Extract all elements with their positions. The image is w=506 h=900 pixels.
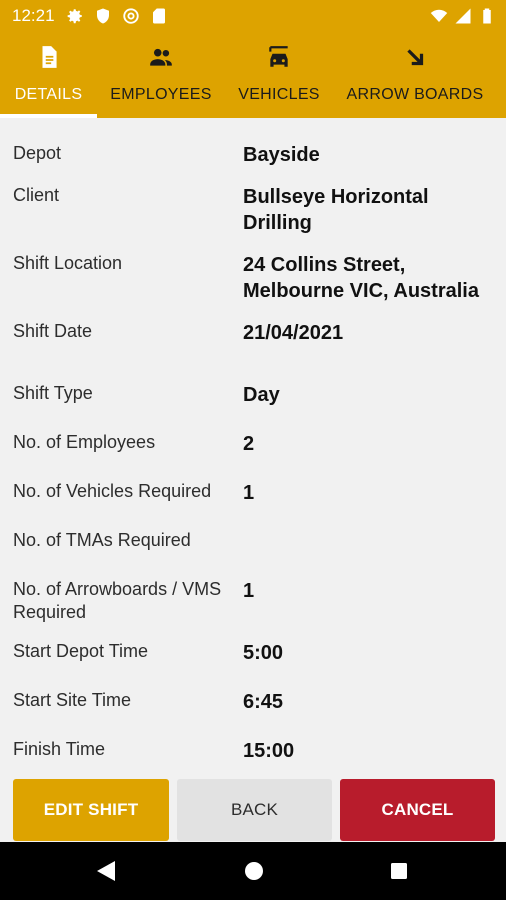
back-nav-icon[interactable] xyxy=(95,859,117,883)
tab-details-label: DETAILS xyxy=(14,86,83,103)
tab-bar: DETAILS EMPLOYEES VEHICLES ARROW BOARDS xyxy=(0,32,506,118)
tab-employees-label: EMPLOYEES xyxy=(110,86,212,103)
detail-label: No. of Employees xyxy=(13,432,156,452)
detail-label: No. of Vehicles Required xyxy=(13,481,212,501)
detail-value: 5:00 xyxy=(243,642,284,664)
detail-value: 24 Collins Street, Melbourne VIC, Austra… xyxy=(243,254,479,302)
tab-vehicles[interactable]: VEHICLES xyxy=(228,32,330,118)
recents-nav-icon[interactable] xyxy=(388,859,410,883)
tab-vehicles-label: VEHICLES xyxy=(238,86,320,103)
tab-employees[interactable]: EMPLOYEES xyxy=(104,32,218,118)
detail-label: No. of Arrowboards / VMS Required xyxy=(13,579,222,622)
people-icon xyxy=(150,48,172,66)
signal-icon xyxy=(455,8,471,24)
detail-label: No. of TMAs Required xyxy=(13,530,191,550)
status-time: 12:21 xyxy=(12,6,55,25)
arrow-down-right-icon xyxy=(407,49,424,66)
tab-arrow-boards-label: ARROW BOARDS xyxy=(346,86,484,103)
detail-value: Day xyxy=(243,384,280,406)
detail-value: Bayside xyxy=(243,144,320,166)
edit-shift-button[interactable]: EDIT SHIFT xyxy=(13,779,169,841)
detail-label: Finish Time xyxy=(13,739,106,759)
detail-label: Shift Date xyxy=(13,321,93,341)
detail-value: 1 xyxy=(243,482,255,504)
status-bar: 12:21 xyxy=(0,0,506,32)
document-icon xyxy=(42,46,57,68)
back-button[interactable]: BACK xyxy=(177,779,332,841)
shift-details: Depot Bayside Client Bullseye Horizontal… xyxy=(0,118,506,778)
detail-value: 6:45 xyxy=(243,691,284,713)
detail-label: Start Site Time xyxy=(13,690,132,710)
tab-details[interactable]: DETAILS xyxy=(0,32,97,118)
detail-value: Bullseye Horizontal Drilling xyxy=(243,186,429,234)
at-icon xyxy=(123,8,139,24)
car-icon xyxy=(269,46,288,67)
cancel-button[interactable]: CANCEL xyxy=(340,779,495,841)
detail-value: 2 xyxy=(243,433,255,455)
detail-label: Shift Location xyxy=(13,253,123,273)
detail-value: 1 xyxy=(243,580,255,602)
system-nav-bar xyxy=(0,842,506,900)
wifi-icon xyxy=(430,9,448,22)
detail-label: Shift Type xyxy=(13,383,93,403)
sim-icon xyxy=(153,8,165,24)
detail-value: 15:00 xyxy=(243,740,295,762)
battery-icon xyxy=(483,8,491,24)
detail-label: Depot xyxy=(13,143,62,163)
detail-value: 21/04/2021 xyxy=(243,322,344,344)
shield-icon xyxy=(97,8,109,24)
tab-arrow-boards[interactable]: ARROW BOARDS xyxy=(340,32,490,118)
detail-label: Client xyxy=(13,185,60,205)
home-nav-icon[interactable] xyxy=(243,859,265,883)
detail-label: Start Depot Time xyxy=(13,641,149,661)
gear-icon xyxy=(67,9,82,24)
